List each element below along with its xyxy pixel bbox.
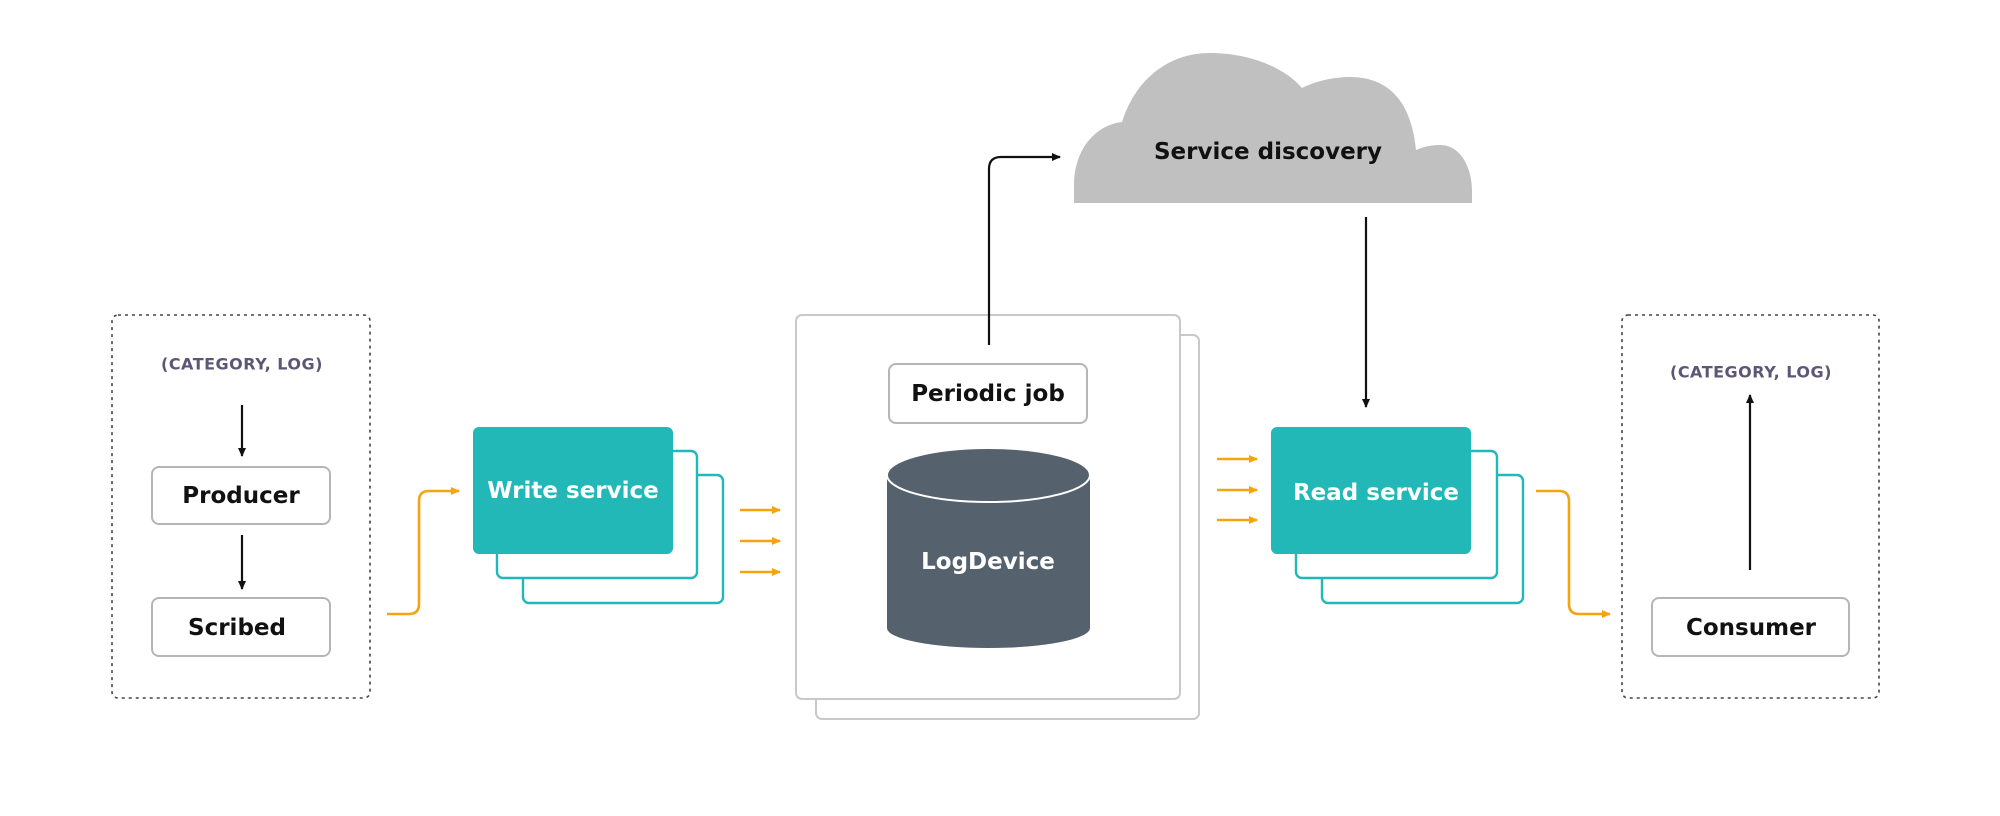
write-to-storage-arrows (740, 506, 781, 576)
logdevice-node[interactable]: LogDevice (886, 447, 1091, 648)
producer-label: Producer (182, 483, 300, 509)
write-service-group[interactable]: Write service (473, 427, 725, 605)
storage-to-read-arrows (1217, 455, 1258, 524)
scribed-label: Scribed (188, 615, 286, 641)
logdevice-label: LogDevice (921, 549, 1055, 575)
producer-node[interactable]: Producer (151, 466, 331, 525)
arrow-read-service-to-consumer (1536, 489, 1611, 618)
logdevice-architecture-diagram: (CATEGORY, LOG) Producer Scribed Write s… (111, 53, 1880, 720)
producer-group: (CATEGORY, LOG) Producer Scribed (111, 314, 371, 699)
consumer-group: (CATEGORY, LOG) Consumer (1621, 314, 1880, 699)
service-discovery-label: Service discovery (1154, 139, 1382, 165)
storage-cluster: Periodic job LogDevice (795, 314, 1200, 720)
consumer-category-label: (CATEGORY, LOG) (1670, 363, 1832, 382)
periodic-job-node[interactable]: Periodic job (888, 363, 1088, 424)
read-service-group[interactable]: Read service (1271, 427, 1525, 605)
write-service-label: Write service (487, 478, 659, 504)
consumer-label: Consumer (1686, 615, 1817, 641)
periodic-job-label: Periodic job (911, 381, 1065, 407)
read-service-label: Read service (1293, 480, 1459, 506)
scribed-node[interactable]: Scribed (151, 597, 331, 657)
producer-category-label: (CATEGORY, LOG) (161, 355, 323, 374)
consumer-node[interactable]: Consumer (1651, 597, 1850, 657)
cloud-shape[interactable] (1074, 53, 1472, 203)
arrow-scribed-to-write-service (387, 487, 460, 616)
service-discovery-node[interactable]: Service discovery (1074, 53, 1472, 203)
logdevice-cylinder-top (886, 447, 1091, 503)
